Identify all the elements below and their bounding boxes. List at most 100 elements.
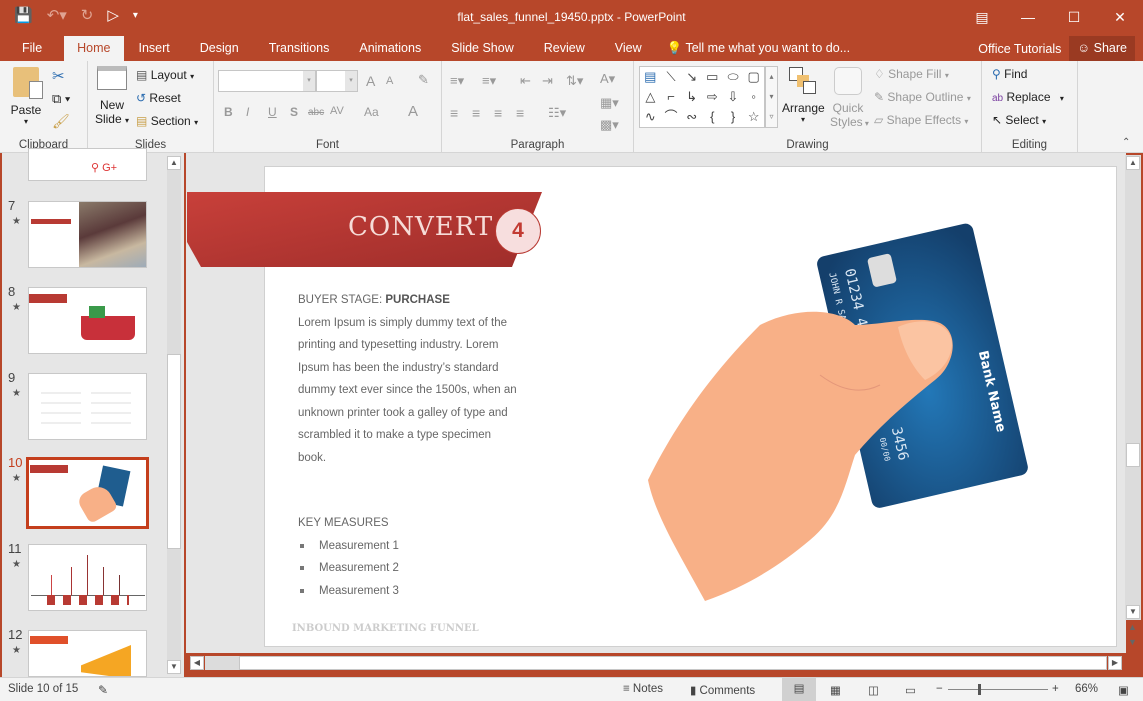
thumbnail-slide-9[interactable]: [28, 373, 147, 440]
tab-transitions[interactable]: Transitions: [254, 36, 345, 61]
thumbnail-scrollbar[interactable]: ▲ ▼: [167, 156, 181, 674]
font-color-button[interactable]: A: [408, 103, 418, 120]
text-direction-icon[interactable]: A▾: [600, 71, 615, 87]
ribbon-display-options-icon[interactable]: ▤: [959, 0, 1005, 34]
slide-title[interactable]: CONVERT: [348, 212, 493, 242]
collapse-ribbon-icon[interactable]: ⌃: [1122, 137, 1130, 148]
next-slide-button[interactable]: ▼: [1128, 637, 1137, 647]
find-button[interactable]: ⚲ Find: [992, 67, 1027, 81]
minimize-button[interactable]: —: [1005, 0, 1051, 34]
align-center-icon[interactable]: ≡: [472, 105, 480, 121]
align-right-icon[interactable]: ≡: [494, 105, 502, 121]
left-brace-shape-icon[interactable]: {: [702, 107, 723, 127]
tab-view[interactable]: View: [600, 36, 657, 61]
strikethrough-button[interactable]: abc: [308, 107, 324, 118]
increase-indent-icon[interactable]: ⇥: [542, 73, 553, 89]
tab-review[interactable]: Review: [529, 36, 600, 61]
tell-me-box[interactable]: 💡 Tell me what you want to do...: [667, 41, 851, 56]
scroll-thumb[interactable]: [1126, 443, 1140, 467]
decrease-indent-icon[interactable]: ⇤: [520, 73, 531, 89]
grow-font-button[interactable]: A: [366, 73, 375, 89]
shadow-button[interactable]: S: [290, 105, 298, 119]
scroll-up-button[interactable]: ▲: [167, 156, 181, 170]
elbow-connector-icon[interactable]: ⌐: [661, 87, 682, 107]
copy-icon[interactable]: ⧉ ▾: [52, 91, 70, 107]
scroll-thumb[interactable]: [239, 656, 1107, 670]
elbow-arrow-connector-icon[interactable]: ↳: [681, 87, 702, 107]
slide-show-view-button[interactable]: ▭: [905, 683, 916, 697]
justify-icon[interactable]: ≡: [516, 105, 524, 121]
right-brace-shape-icon[interactable]: }: [723, 107, 744, 127]
tab-home[interactable]: Home: [64, 36, 124, 61]
hand-holding-card-illustration[interactable]: 01234 45 JOHN R SAMPLE 3456 00/00 Bank N…: [640, 215, 1030, 610]
tab-animations[interactable]: Animations: [344, 36, 436, 61]
slide-body[interactable]: BUYER STAGE: PURCHASE Lorem Ipsum is sim…: [298, 289, 518, 469]
scroll-down-button[interactable]: ▼: [1126, 605, 1140, 619]
slide-sorter-view-button[interactable]: ▦: [830, 683, 841, 697]
curve-shape-icon[interactable]: ∾: [681, 107, 702, 127]
reset-button[interactable]: ↺ Reset: [136, 91, 181, 105]
text-box-shape-icon[interactable]: ▤: [640, 67, 661, 87]
thumbnail-slide-11[interactable]: [28, 544, 147, 611]
rounded-rect-shape-icon[interactable]: ▢: [743, 67, 764, 87]
close-button[interactable]: ✕: [1097, 0, 1143, 34]
triangle-shape-icon[interactable]: △: [640, 87, 661, 107]
zoom-out-button[interactable]: −: [936, 683, 943, 695]
tab-insert[interactable]: Insert: [124, 36, 185, 61]
share-button[interactable]: ☺ Share: [1069, 36, 1135, 61]
thumbnail-slide-7[interactable]: [28, 201, 147, 268]
reading-view-button[interactable]: ◫: [868, 683, 879, 697]
font-size-combo[interactable]: ▾: [316, 70, 358, 92]
bullets-icon[interactable]: ≡▾: [450, 73, 464, 89]
slide-horizontal-scrollbar[interactable]: ◀ ▶: [190, 656, 1122, 670]
align-text-icon[interactable]: ▦▾: [600, 95, 619, 111]
rectangle-shape-icon[interactable]: ▭: [702, 67, 723, 87]
thumbnail-slide-6-partial[interactable]: ⚲ G+: [28, 148, 147, 181]
arc-shape-icon[interactable]: ⌒: [661, 107, 682, 127]
shrink-font-button[interactable]: A: [386, 75, 393, 87]
arrange-button[interactable]: Arrange ▾: [782, 67, 825, 124]
columns-icon[interactable]: ☷▾: [548, 105, 566, 121]
scribble-shape-icon[interactable]: ∿: [640, 107, 661, 127]
italic-button[interactable]: I: [246, 105, 249, 119]
smartart-icon[interactable]: ▩▾: [600, 117, 619, 133]
shape-effects-button[interactable]: ▱ Shape Effects ▾: [874, 113, 968, 127]
freeform-shape-icon[interactable]: ◦: [743, 87, 764, 107]
zoom-level[interactable]: 66%: [1075, 683, 1098, 695]
thumbnail-slide-12[interactable]: [28, 630, 147, 677]
key-measures[interactable]: KEY MEASURES Measurement 1 Measurement 2…: [298, 512, 399, 602]
scroll-left-button[interactable]: ◀: [190, 656, 204, 670]
scroll-up-button[interactable]: ▲: [1126, 156, 1140, 170]
comments-button[interactable]: ▮ Comments: [690, 683, 755, 697]
tab-file[interactable]: File: [0, 36, 64, 61]
scroll-right-button[interactable]: ▶: [1108, 656, 1122, 670]
font-name-combo[interactable]: ▾: [218, 70, 316, 92]
shapes-gallery[interactable]: ▤ ⟍ ↘ ▭ ⬭ ▢ △ ⌐ ↳ ⇨ ⇩ ◦ ∿ ⌒ ∾ { } ☆: [639, 66, 765, 128]
quick-styles-button[interactable]: Quick Styles ▾: [830, 67, 869, 129]
align-left-icon[interactable]: ≡: [450, 105, 458, 121]
fit-slide-to-window-icon[interactable]: ▣: [1118, 683, 1129, 697]
slide-vertical-scrollbar[interactable]: ▲ ▼: [1125, 155, 1141, 620]
underline-button[interactable]: U: [268, 105, 277, 119]
thumbnail-slide-10[interactable]: [26, 457, 149, 529]
normal-view-button[interactable]: ▤: [782, 678, 816, 701]
star-shape-icon[interactable]: ☆: [743, 107, 764, 127]
select-button[interactable]: ↖ Select ▾: [992, 113, 1046, 127]
right-arrow-shape-icon[interactable]: ⇨: [702, 87, 723, 107]
oval-shape-icon[interactable]: ⬭: [723, 67, 744, 87]
layout-button[interactable]: ▤ Layout ▾: [136, 68, 194, 82]
numbering-icon[interactable]: ≡▾: [482, 73, 496, 89]
scroll-thumb[interactable]: [167, 354, 181, 549]
new-slide-button[interactable]: New Slide ▾: [94, 66, 130, 126]
paste-button[interactable]: Paste ▾: [10, 67, 43, 126]
zoom-slider-thumb[interactable]: [978, 684, 982, 695]
shapes-gallery-scroll[interactable]: ▴ ▾ ▿: [765, 66, 778, 128]
line-shape-icon[interactable]: ⟍: [661, 67, 682, 87]
change-case-button[interactable]: Aa: [364, 105, 379, 119]
previous-slide-button[interactable]: ▲: [1128, 622, 1137, 632]
section-button[interactable]: ▤ Section ▾: [136, 114, 198, 128]
tab-design[interactable]: Design: [185, 36, 254, 61]
cut-icon[interactable]: ✂: [52, 67, 65, 85]
thumbnail-slide-8[interactable]: [28, 287, 147, 354]
scroll-down-button[interactable]: ▼: [167, 660, 181, 674]
